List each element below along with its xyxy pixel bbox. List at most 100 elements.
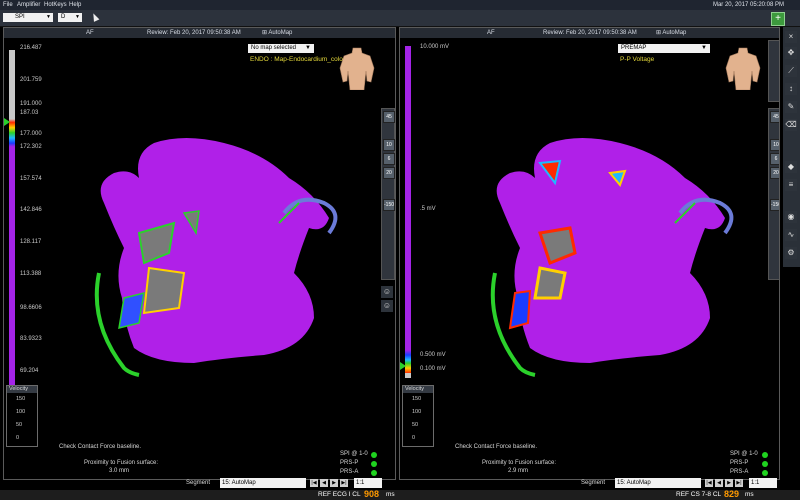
segment-label: Segment [581, 480, 606, 486]
velocity-label: Velocity [403, 386, 433, 393]
velocity-tick: 150 [16, 396, 26, 402]
view-control-strip: 45 10 6 20 -150 [381, 108, 395, 280]
review-date: Review: Feb 20, 2017 09:50:38 AM [543, 30, 637, 36]
status-dot-icon [762, 470, 768, 476]
eraser-icon[interactable]: ⌫ [785, 119, 797, 131]
global-tool-strip: × ✥ ⟋ ↕ ✎ ⌫ ◆ ≡ ◉ ∿ ⚙ [783, 27, 800, 267]
rotate-angle-button[interactable]: 45 [383, 111, 395, 123]
map-select[interactable]: No map selected ▼ [248, 44, 314, 53]
person-icon[interactable]: ☺ [381, 300, 393, 312]
heart-3d-map[interactable] [84, 123, 364, 383]
scale-tick: 69.204 [20, 368, 39, 374]
velocity-gauge: Velocity 150 100 50 0 [402, 385, 434, 447]
add-icon[interactable]: + [771, 12, 785, 26]
pen-icon[interactable]: ✎ [785, 101, 797, 113]
velocity-tick: 100 [412, 409, 422, 415]
zoom-select[interactable]: 1:1 [749, 478, 777, 488]
color-scale-bar[interactable] [405, 46, 411, 373]
status-line: PRS-P [340, 460, 359, 466]
zoom-select[interactable]: 1:1 [354, 478, 382, 488]
color-scale-bar[interactable] [9, 50, 15, 395]
list-icon[interactable]: ≡ [785, 179, 797, 191]
zoom-value: 1:1 [751, 480, 760, 486]
scale-tick: 10.000 mV [420, 44, 450, 50]
chevron-down-icon: ▼ [46, 14, 51, 20]
proximity-label: Proximity to Fusion surface: [84, 460, 159, 466]
cs-cycle-length: 829 [724, 489, 740, 499]
measure-icon[interactable]: ↕ [785, 83, 797, 95]
waveform-icon[interactable]: ∿ [785, 229, 797, 241]
velocity-tick: 50 [412, 422, 419, 428]
torso-orientation-icon[interactable] [339, 46, 375, 90]
right-segment-bar: Segment 15: AutoMap |◀ ◀ ▶ ▶| 1:1 [581, 478, 786, 488]
left-panel-header: AF Review: Feb 20, 2017 09:50:38 AM ⊞ Au… [4, 28, 395, 38]
d-select-value: D [61, 14, 66, 20]
map-title: ⊞ AutoMap [262, 30, 293, 36]
study-name: AF [487, 30, 495, 36]
nav-next-icon[interactable]: ▶ [725, 479, 733, 487]
proximity-label: Proximity to Fusion surface: [482, 460, 557, 466]
nav-prev-icon[interactable]: ◀ [715, 479, 723, 487]
menu-amplifier[interactable]: Amplifier [17, 0, 40, 10]
clip-plane-button[interactable]: -150 [770, 199, 779, 211]
scale-tick: .5 mV [420, 206, 436, 212]
person-icon[interactable]: ☺ [381, 286, 393, 298]
zoom-step-button[interactable]: 6 [383, 153, 395, 165]
scale-tick: 172.302 [20, 144, 42, 150]
segment-select[interactable]: 15: AutoMap [220, 478, 306, 488]
lesion-tag-icon[interactable]: ◆ [785, 161, 797, 173]
menu-file[interactable]: File [3, 0, 13, 10]
scale-tick: 157.574 [20, 176, 42, 182]
right-map-panel: AF Review: Feb 20, 2017 09:50:38 AM ⊞ Au… [399, 27, 780, 480]
settings-icon[interactable]: ⚙ [785, 247, 797, 259]
scale-tick: 0.100 mV [420, 366, 446, 372]
scale-tick: 0.500 mV [420, 352, 446, 358]
status-line: SPI @ 1-0 [340, 451, 368, 457]
chevron-down-icon: ▼ [701, 45, 707, 51]
nav-last-icon[interactable]: ▶| [340, 479, 348, 487]
menu-hotkeys[interactable]: HotKeys [44, 0, 67, 10]
status-dot-icon [371, 470, 377, 476]
threshold-marker-icon[interactable] [400, 362, 406, 370]
torso-orientation-icon[interactable] [725, 46, 761, 90]
depth-button[interactable]: 20 [383, 167, 395, 179]
study-name: AF [86, 30, 94, 36]
proximity-value: 3.0 mm [109, 468, 130, 474]
chevron-down-icon: ▼ [305, 45, 311, 51]
map-title-label: AutoMap [662, 30, 687, 36]
ref-cs-label: REF CS 7-8 CL [676, 491, 722, 498]
proximity-value: 2.9 mm [508, 468, 529, 474]
status-dot-icon [762, 452, 768, 458]
zoom-level-button[interactable]: 10 [383, 139, 395, 151]
segment-select[interactable]: 15: AutoMap [615, 478, 701, 488]
left-map-panel: AF Review: Feb 20, 2017 09:50:38 AM ⊞ Au… [3, 27, 396, 480]
catheter-icon[interactable]: ⟋ [785, 65, 797, 77]
map-select[interactable]: PREMAP ▼ [618, 44, 710, 53]
rotate-angle-button[interactable]: 45 [770, 111, 779, 123]
nav-first-icon[interactable]: |◀ [705, 479, 713, 487]
nav-prev-icon[interactable]: ◀ [320, 479, 328, 487]
zoom-level-button[interactable]: 10 [770, 139, 779, 151]
scale-tick: 216.487 [20, 45, 42, 51]
nav-first-icon[interactable]: |◀ [310, 479, 318, 487]
heart-3d-map[interactable] [480, 123, 760, 383]
close-icon[interactable]: × [785, 31, 797, 43]
scale-tick: 201.759 [20, 77, 42, 83]
clip-plane-button[interactable]: -150 [383, 199, 395, 211]
map-select-value: PREMAP [621, 45, 647, 51]
zoom-step-button[interactable]: 6 [770, 153, 779, 165]
zoom-value: 1:1 [356, 480, 365, 486]
eye-icon[interactable]: ◉ [785, 211, 797, 223]
scale-tick: 142.846 [20, 207, 42, 213]
menu-help[interactable]: Help [69, 0, 81, 10]
nav-last-icon[interactable]: ▶| [735, 479, 743, 487]
source-select[interactable]: SPI ▼ [3, 13, 53, 22]
status-line: SPI @ 1-0 [730, 451, 758, 457]
map-select-value: No map selected [251, 45, 297, 51]
threshold-marker-icon[interactable] [4, 118, 10, 126]
nav-next-icon[interactable]: ▶ [330, 479, 338, 487]
velocity-tick: 100 [16, 409, 26, 415]
pan-icon[interactable]: ✥ [785, 47, 797, 59]
d-select[interactable]: D ▼ [58, 13, 82, 22]
depth-button[interactable]: 20 [770, 167, 779, 179]
